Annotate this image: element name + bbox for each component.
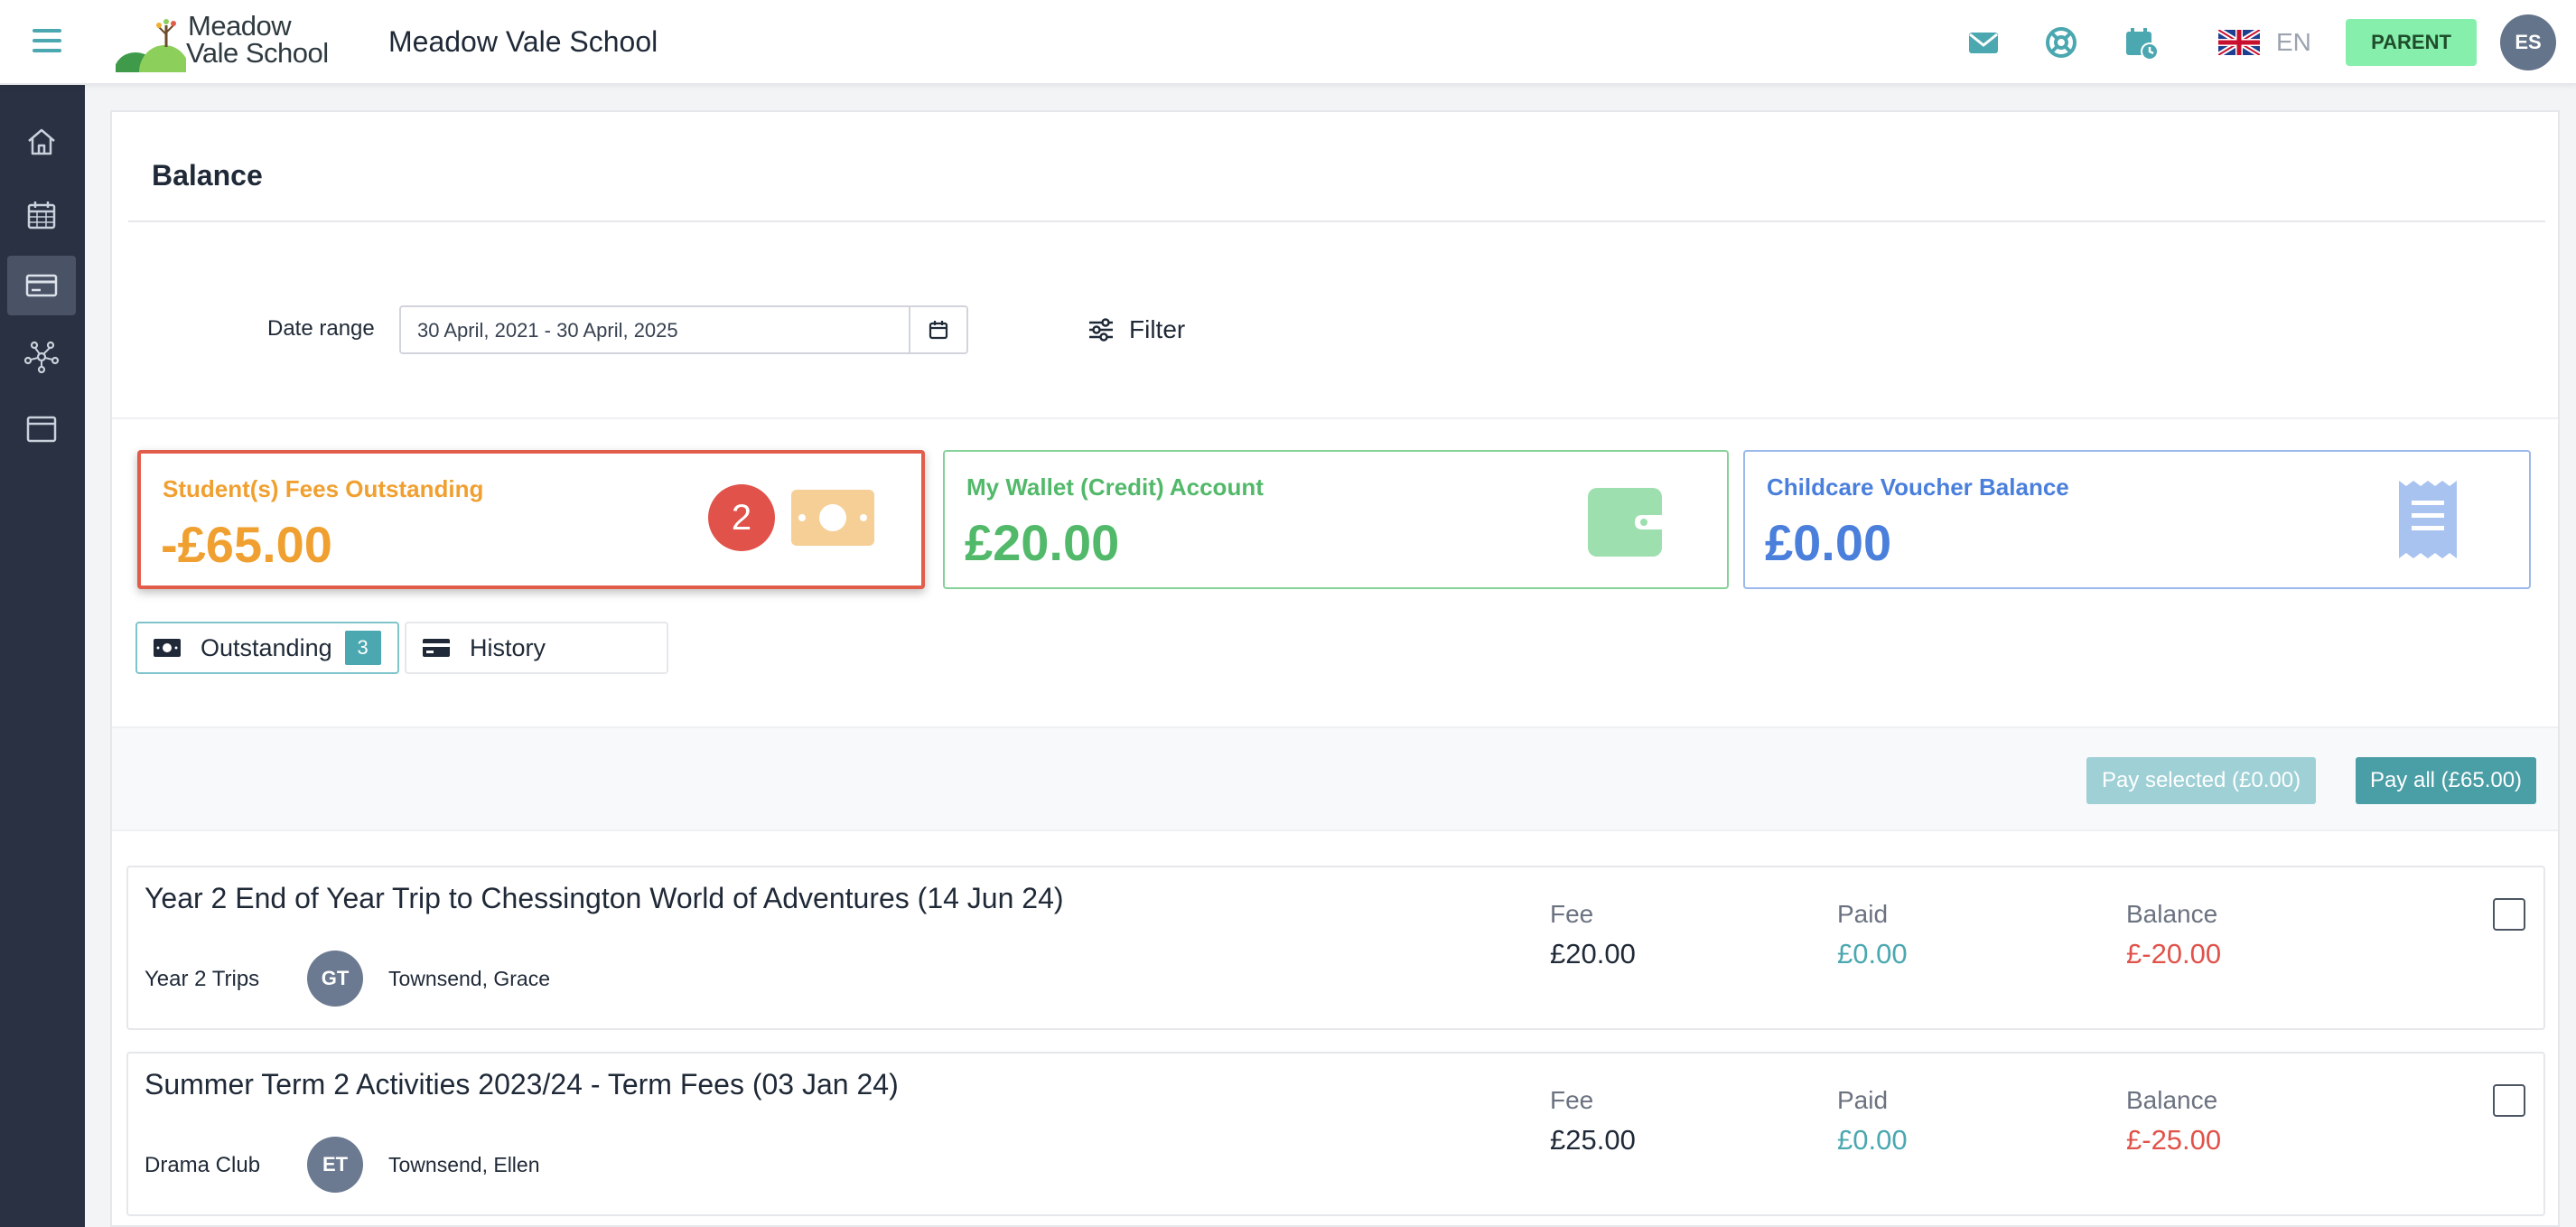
lifebuoy-icon[interactable] — [2044, 25, 2078, 60]
fee-category: Drama Club — [145, 1153, 261, 1177]
fee-row: Year 2 End of Year Trip to Chessington W… — [126, 866, 2545, 1030]
actions-bar: Pay selected (£0.00) Pay all (£65.00) — [112, 726, 2558, 831]
credit-card-icon — [423, 639, 450, 657]
wallet-value: £20.00 — [965, 514, 1120, 571]
sidebar-item-network[interactable] — [7, 327, 76, 387]
fee-row: Summer Term 2 Activities 2023/24 - Term … — [126, 1052, 2545, 1216]
sidebar-item-calendar[interactable] — [7, 185, 76, 245]
pay-all-button[interactable]: Pay all (£65.00) — [2356, 757, 2536, 804]
sliders-icon — [1089, 318, 1113, 342]
select-fee-checkbox[interactable] — [2493, 898, 2525, 931]
balance-panel: Balance Date range 30 April, 2021 - 30 A… — [110, 110, 2560, 1227]
sidebar-item-payments[interactable] — [7, 256, 76, 315]
language-selector[interactable]: EN — [2218, 25, 2311, 60]
fee-category: Year 2 Trips — [145, 967, 260, 991]
student-avatar: ET — [307, 1137, 363, 1193]
language-code: EN — [2276, 28, 2311, 56]
title-divider — [128, 220, 2545, 222]
fee-amount: £25.00 — [1550, 1124, 1636, 1156]
fees-outstanding-title: Student(s) Fees Outstanding — [163, 475, 484, 502]
role-parent-button[interactable]: PARENT — [2346, 19, 2477, 66]
banknote-icon — [154, 639, 181, 657]
top-bar: Meadow Vale School Meadow Vale School EN… — [0, 0, 2576, 85]
paid-amount: £0.00 — [1837, 1124, 1908, 1156]
page-title: Balance — [152, 159, 263, 192]
paid-column-label: Paid — [1837, 1086, 1889, 1114]
paid-amount: £0.00 — [1837, 938, 1908, 969]
envelope-icon[interactable] — [1966, 25, 2001, 60]
school-title: Meadow Vale School — [388, 25, 658, 58]
fee-column-label: Fee — [1550, 900, 1594, 928]
tab-history-label: History — [470, 633, 546, 661]
filter-divider — [112, 417, 2558, 419]
hill-tree-icon — [116, 19, 186, 72]
student-avatar: GT — [307, 951, 363, 1007]
filter-button[interactable]: Filter — [1087, 309, 1185, 351]
sidebar-item-window[interactable] — [7, 399, 76, 459]
window-icon — [26, 416, 57, 443]
balance-amount: £-20.00 — [2126, 938, 2222, 969]
card-icon — [25, 274, 58, 297]
voucher-card[interactable]: Childcare Voucher Balance £0.00 — [1743, 450, 2531, 589]
balance-amount: £-25.00 — [2126, 1124, 2222, 1156]
date-range-input[interactable]: 30 April, 2021 - 30 April, 2025 — [399, 305, 968, 354]
balance-column-label: Balance — [2126, 1086, 2218, 1114]
date-picker-button[interactable] — [909, 307, 966, 352]
tab-outstanding-label: Outstanding — [201, 633, 332, 661]
student-name: Townsend, Ellen — [388, 1153, 540, 1176]
logo-line-2: Vale School — [186, 37, 329, 69]
student-name: Townsend, Grace — [388, 967, 550, 990]
school-logo[interactable]: Meadow Vale School — [116, 11, 332, 74]
sidebar-item-home[interactable] — [7, 112, 76, 172]
balance-column-label: Balance — [2126, 900, 2218, 928]
receipt-icon — [2399, 481, 2457, 558]
tab-history[interactable]: History — [405, 622, 668, 674]
fee-title: Year 2 End of Year Trip to Chessington W… — [145, 882, 1064, 914]
network-icon — [23, 341, 60, 373]
voucher-title: Childcare Voucher Balance — [1767, 473, 2069, 501]
calendar-icon — [929, 321, 948, 340]
fee-amount: £20.00 — [1550, 938, 1636, 969]
voucher-value: £0.00 — [1765, 514, 1892, 571]
paid-column-label: Paid — [1837, 900, 1889, 928]
tab-outstanding-count: 3 — [344, 631, 381, 665]
calendar-clock-icon[interactable] — [2123, 25, 2159, 61]
fees-outstanding-value: -£65.00 — [161, 516, 332, 573]
banknote-icon — [791, 490, 874, 546]
hamburger-menu-icon[interactable] — [31, 23, 65, 58]
user-avatar[interactable]: ES — [2500, 14, 2556, 70]
wallet-title: My Wallet (Credit) Account — [966, 473, 1264, 501]
pay-selected-button[interactable]: Pay selected (£0.00) — [2086, 757, 2316, 804]
logo-text: Meadow Vale School — [186, 10, 329, 69]
tab-outstanding[interactable]: Outstanding 3 — [135, 622, 399, 674]
fee-column-label: Fee — [1550, 1086, 1594, 1114]
filter-label: Filter — [1129, 315, 1186, 343]
select-fee-checkbox[interactable] — [2493, 1084, 2525, 1117]
date-range-value: 30 April, 2021 - 30 April, 2025 — [417, 319, 678, 342]
uk-flag-icon — [2218, 30, 2260, 55]
step-badge: 2 — [708, 484, 775, 551]
fee-title: Summer Term 2 Activities 2023/24 - Term … — [145, 1068, 899, 1101]
logo-line-1: Meadow — [188, 10, 292, 42]
date-range-label: Date range — [267, 316, 375, 341]
fees-outstanding-card[interactable]: Student(s) Fees Outstanding -£65.00 2 — [137, 450, 925, 589]
wallet-icon — [1588, 488, 1662, 557]
home-icon — [28, 128, 55, 155]
sidebar — [0, 85, 85, 1227]
wallet-card[interactable]: My Wallet (Credit) Account £20.00 — [943, 450, 1729, 589]
calendar-icon — [27, 201, 56, 229]
